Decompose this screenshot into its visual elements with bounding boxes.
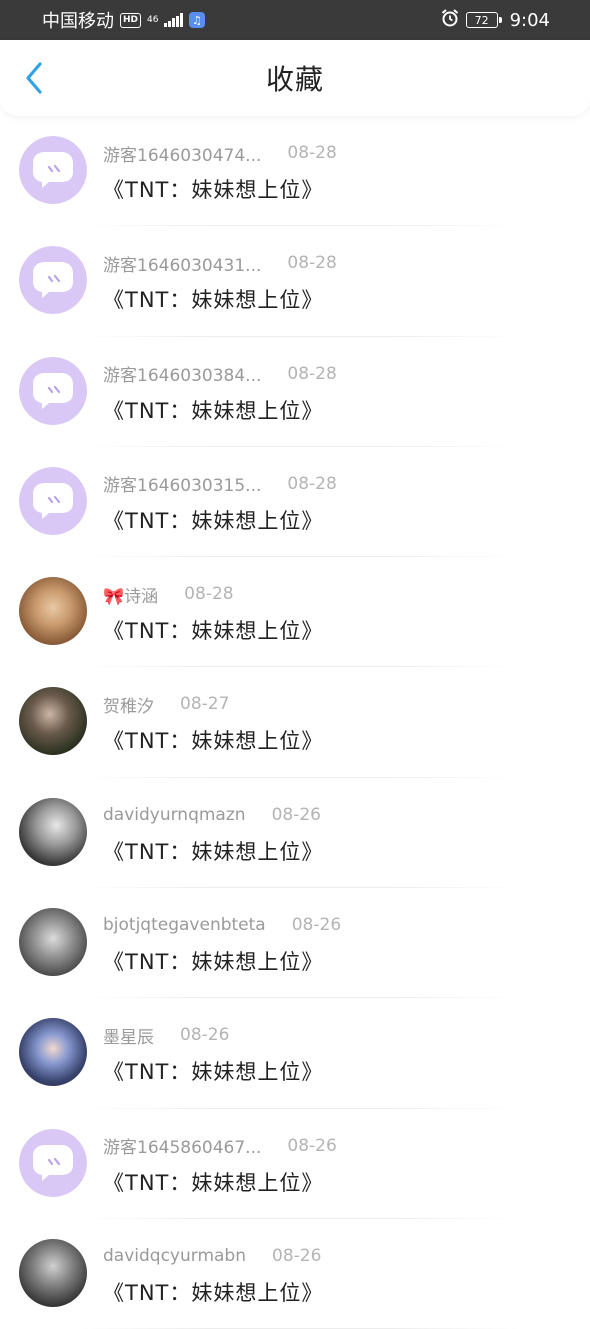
work-title: 《TNT：妹妹想上位》: [103, 398, 324, 423]
item-date: 08-28: [287, 473, 337, 494]
user-name: 贺稚汐: [103, 696, 154, 717]
list-item[interactable]: 游客1645860467... 08-26 《TNT：妹妹想上位》: [0, 1109, 590, 1219]
nav-bar: 收藏: [0, 40, 590, 116]
item-date: 08-28: [287, 363, 337, 384]
item-date: 08-27: [180, 694, 230, 715]
list-item[interactable]: 🎀诗涵 08-28 《TNT：妹妹想上位》: [0, 557, 590, 668]
user-name: 墨星辰: [103, 1027, 154, 1048]
item-date: 08-26: [271, 804, 321, 825]
chevron-left-icon: [26, 62, 42, 94]
user-name: 🎀诗涵: [103, 586, 159, 607]
favorites-list: 游客1646030474... 08-28 《TNT：妹妹想上位》 游客164603…: [0, 116, 590, 1329]
item-date: 08-28: [287, 143, 337, 163]
item-content: 游客1646030384... 08-28 《TNT：妹妹想上位》: [103, 361, 337, 425]
work-title: 《TNT：妹妹想上位》: [103, 288, 324, 313]
item-meta: 游客1646030384... 08-28: [103, 361, 337, 387]
user-name: davidqcyurmabn: [103, 1245, 246, 1266]
page-title: 收藏: [265, 63, 324, 96]
status-bar: 中国移动 HD 46 ♫ 72 9:04: [0, 0, 590, 40]
item-meta: 游客1646030474... 08-28: [103, 140, 337, 166]
signal-icon: [164, 13, 183, 27]
alarm-icon: [440, 8, 460, 33]
user-name: 游客1645860467...: [103, 1138, 262, 1159]
list-item[interactable]: 游客1646030384... 08-28 《TNT：妹妹想上位》: [0, 337, 590, 447]
user-name: 游客1646030474...: [103, 145, 262, 166]
user-name: bjotjqtegavenbteta: [103, 915, 266, 936]
network-icon: 46: [147, 14, 159, 25]
item-date: 08-26: [291, 915, 342, 936]
list-item[interactable]: davidyurnqmazn 08-26 《TNT：妹妹想上位》: [0, 778, 590, 889]
work-title: 《TNT：妹妹想上位》: [103, 619, 324, 644]
avatar[interactable]: [19, 908, 87, 977]
item-content: bjotjqtegavenbteta 08-26 《TNT：妹妹想上位》: [103, 912, 341, 976]
work-title: 《TNT：妹妹想上位》: [103, 839, 324, 864]
item-content: 游客1646030431... 08-28 《TNT：妹妹想上位》: [103, 250, 337, 314]
avatar[interactable]: [19, 797, 87, 866]
item-date: 08-28: [184, 584, 234, 605]
music-app-icon: ♫: [188, 12, 205, 28]
clock-time: 9:04: [509, 9, 550, 31]
list-item[interactable]: 贺稚汐 08-27 《TNT：妹妹想上位》: [0, 667, 590, 778]
list-item[interactable]: 游客1646030431... 08-28 《TNT：妹妹想上位》: [0, 226, 590, 337]
item-date: 08-28: [287, 253, 337, 274]
item-meta: 游客1646030315... 08-28: [103, 471, 337, 497]
avatar[interactable]: [19, 1238, 87, 1307]
avatar[interactable]: [19, 687, 87, 756]
item-date: 08-26: [272, 1245, 322, 1266]
carrier-label: 中国移动: [42, 11, 114, 32]
list-item[interactable]: 游客1646030474... 08-28 《TNT：妹妹想上位》: [0, 116, 590, 227]
list-item[interactable]: bjotjqtegavenbteta 08-26 《TNT：妹妹想上位》: [0, 888, 590, 999]
item-meta: davidqcyurmabn 08-26: [103, 1243, 323, 1269]
item-meta: bjotjqtegavenbteta 08-26: [103, 912, 341, 938]
item-content: davidyurnqmazn 08-26 《TNT：妹妹想上位》: [103, 802, 323, 866]
list-item[interactable]: davidqcyurmabn 08-26 《TNT：妹妹想上位》: [0, 1219, 590, 1329]
avatar[interactable]: [19, 356, 87, 425]
work-title: 《TNT：妹妹想上位》: [103, 950, 324, 975]
work-title: 《TNT：妹妹想上位》: [103, 1280, 324, 1305]
item-content: 贺稚汐 08-27 《TNT：妹妹想上位》: [103, 691, 323, 755]
user-name: davidyurnqmazn: [103, 804, 246, 825]
avatar[interactable]: [19, 246, 87, 315]
work-title: 《TNT：妹妹想上位》: [103, 178, 324, 202]
user-name: 游客1646030315...: [103, 476, 262, 497]
item-date: 08-26: [287, 1135, 337, 1156]
item-meta: 墨星辰 08-26: [103, 1022, 323, 1048]
work-title: 《TNT：妹妹想上位》: [103, 1060, 324, 1085]
work-title: 《TNT：妹妹想上位》: [103, 508, 324, 533]
work-title: 《TNT：妹妹想上位》: [103, 1170, 324, 1195]
item-content: 游客1646030315... 08-28 《TNT：妹妹想上位》: [103, 471, 337, 535]
item-meta: 游客1645860467... 08-26: [103, 1133, 337, 1159]
hd-icon: HD: [120, 12, 142, 28]
item-content: davidqcyurmabn 08-26 《TNT：妹妹想上位》: [103, 1243, 323, 1307]
item-content: 🎀诗涵 08-28 《TNT：妹妹想上位》: [103, 581, 323, 645]
item-meta: 🎀诗涵 08-28: [103, 581, 323, 607]
user-name: 游客1646030431...: [103, 255, 262, 276]
item-content: 游客1646030474... 08-28 《TNT：妹妹想上位》: [103, 140, 337, 204]
avatar[interactable]: [19, 466, 87, 535]
item-content: 墨星辰 08-26 《TNT：妹妹想上位》: [103, 1022, 323, 1086]
item-content: 游客1645860467... 08-26 《TNT：妹妹想上位》: [103, 1133, 337, 1197]
list-item[interactable]: 游客1646030315... 08-28 《TNT：妹妹想上位》: [0, 447, 590, 558]
avatar[interactable]: [19, 1128, 87, 1197]
item-meta: 游客1646030431... 08-28: [103, 250, 337, 276]
avatar[interactable]: [19, 577, 87, 646]
user-name: 游客1646030384...: [103, 366, 262, 387]
avatar[interactable]: [19, 1018, 87, 1087]
list-item[interactable]: 墨星辰 08-26 《TNT：妹妹想上位》: [0, 998, 590, 1109]
battery-icon: 72: [465, 12, 502, 28]
item-meta: 贺稚汐 08-27: [103, 691, 323, 717]
back-button[interactable]: [16, 60, 52, 96]
work-title: 《TNT：妹妹想上位》: [103, 729, 324, 754]
item-meta: davidyurnqmazn 08-26: [103, 802, 323, 828]
item-date: 08-26: [180, 1025, 230, 1046]
avatar[interactable]: [19, 136, 87, 204]
